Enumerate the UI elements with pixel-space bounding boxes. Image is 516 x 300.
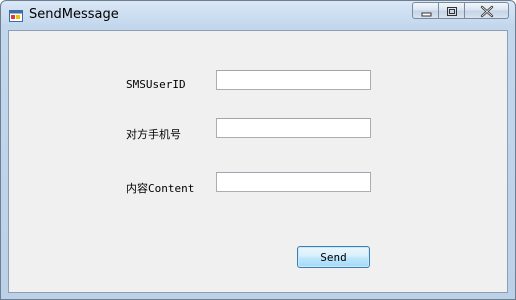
sms-user-id-label: SMSUserID (126, 78, 186, 91)
minimize-button[interactable] (412, 2, 439, 19)
form-client-area: SMSUserID 对方手机号 内容Content Send (8, 30, 508, 293)
caption-buttons (412, 2, 509, 20)
title-bar[interactable]: SendMessage (1, 1, 515, 29)
sms-user-id-input[interactable] (216, 70, 371, 90)
content-input[interactable] (216, 172, 371, 192)
recipient-phone-input[interactable] (216, 118, 371, 138)
close-button[interactable] (465, 2, 509, 19)
send-button[interactable]: Send (297, 246, 370, 268)
send-message-window: SendMessage SMSUserID 对方手机号 内容Content Se… (0, 0, 516, 300)
close-icon (480, 5, 494, 18)
content-label: 内容Content (126, 182, 195, 195)
recipient-phone-label: 对方手机号 (126, 128, 181, 141)
window-title: SendMessage (29, 7, 119, 22)
minimize-icon (421, 12, 432, 17)
maximize-button[interactable] (439, 2, 465, 19)
app-icon[interactable] (9, 8, 23, 22)
maximize-icon (447, 7, 457, 16)
